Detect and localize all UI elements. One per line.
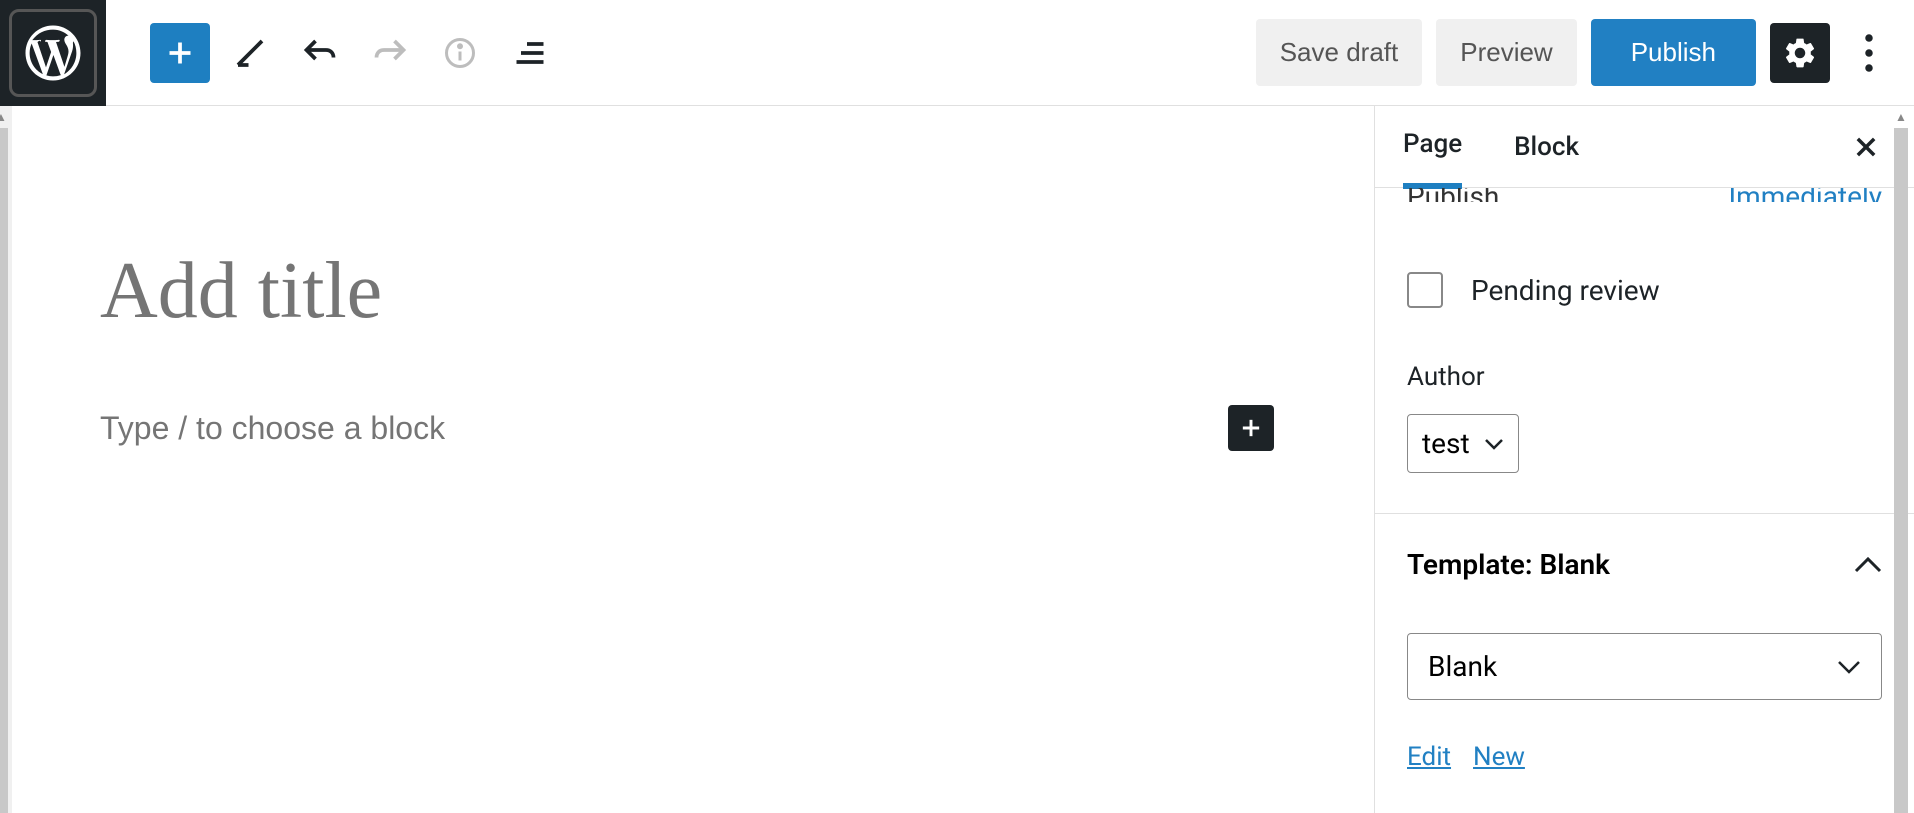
details-button[interactable] [430,23,490,83]
panel-divider [1375,513,1914,514]
template-links: Edit New [1407,742,1882,772]
author-label: Author [1407,362,1882,392]
scroll-up-icon: ▲ [0,106,12,128]
wordpress-icon [20,20,86,86]
kebab-icon [1865,33,1873,73]
editor-toolbar-right: Save draft Preview Publish [1256,19,1894,86]
scroll-track[interactable] [0,128,8,813]
redo-button[interactable] [360,23,420,83]
author-select[interactable]: test [1407,414,1519,473]
template-panel-label: Template: Blank [1407,548,1610,581]
gear-icon [1782,35,1818,71]
pending-review-label: Pending review [1471,274,1660,307]
publish-value[interactable]: Immediately [1729,188,1882,202]
add-block-toggle[interactable] [150,23,210,83]
inline-add-block-button[interactable] [1228,405,1274,451]
block-body-input[interactable] [100,410,1228,447]
more-options-button[interactable] [1844,23,1894,83]
editor-canvas[interactable]: ▲ [0,106,1374,813]
main-area: ▲ Page Block Publish Immediately [0,106,1914,813]
tools-button[interactable] [220,23,280,83]
sidebar-panel-body: Publish Immediately Pending review Autho… [1375,188,1914,813]
template-edit-link[interactable]: Edit [1407,742,1451,772]
settings-sidebar: Page Block Publish Immediately Pending r… [1374,106,1914,813]
publish-schedule-row[interactable]: Publish Immediately [1407,188,1882,202]
sidebar-tabs: Page Block [1375,106,1914,188]
settings-toggle[interactable] [1770,23,1830,83]
tab-page[interactable]: Page [1403,105,1462,189]
plus-icon [162,35,198,71]
outline-button[interactable] [500,23,560,83]
preview-button[interactable]: Preview [1436,19,1576,86]
save-draft-button[interactable]: Save draft [1256,19,1423,86]
wordpress-logo-button[interactable] [0,0,106,106]
close-icon [1852,133,1880,161]
default-block-row [100,405,1274,451]
scroll-up-icon: ▲ [1890,106,1912,128]
template-select[interactable]: Blank [1407,633,1882,700]
undo-button[interactable] [290,23,350,83]
info-icon [442,35,478,71]
undo-icon [302,35,338,71]
chevron-down-icon [1837,660,1861,674]
editor-toolbar-left [150,23,560,83]
redo-icon [372,35,408,71]
chevron-up-icon [1854,557,1882,573]
wordpress-logo-frame [9,9,97,97]
editor-scrollbar[interactable]: ▲ [0,106,12,813]
scroll-track[interactable] [1894,128,1908,813]
pending-review-checkbox[interactable] [1407,272,1443,308]
template-value: Blank [1428,650,1497,683]
author-value: test [1422,427,1470,460]
template-panel-header[interactable]: Template: Blank [1407,548,1882,581]
chevron-down-icon [1484,438,1504,450]
sidebar-scrollbar[interactable]: ▲ [1890,106,1912,813]
publish-label: Publish [1407,188,1499,202]
tab-block[interactable]: Block [1514,108,1579,186]
post-title-input[interactable] [100,246,1274,337]
plus-icon [1237,414,1265,442]
list-view-icon [512,35,548,71]
pencil-icon [232,35,268,71]
pending-review-row: Pending review [1407,272,1882,308]
top-toolbar: Save draft Preview Publish [0,0,1914,106]
template-new-link[interactable]: New [1473,742,1525,772]
publish-button[interactable]: Publish [1591,19,1756,86]
close-sidebar-button[interactable] [1846,127,1886,167]
